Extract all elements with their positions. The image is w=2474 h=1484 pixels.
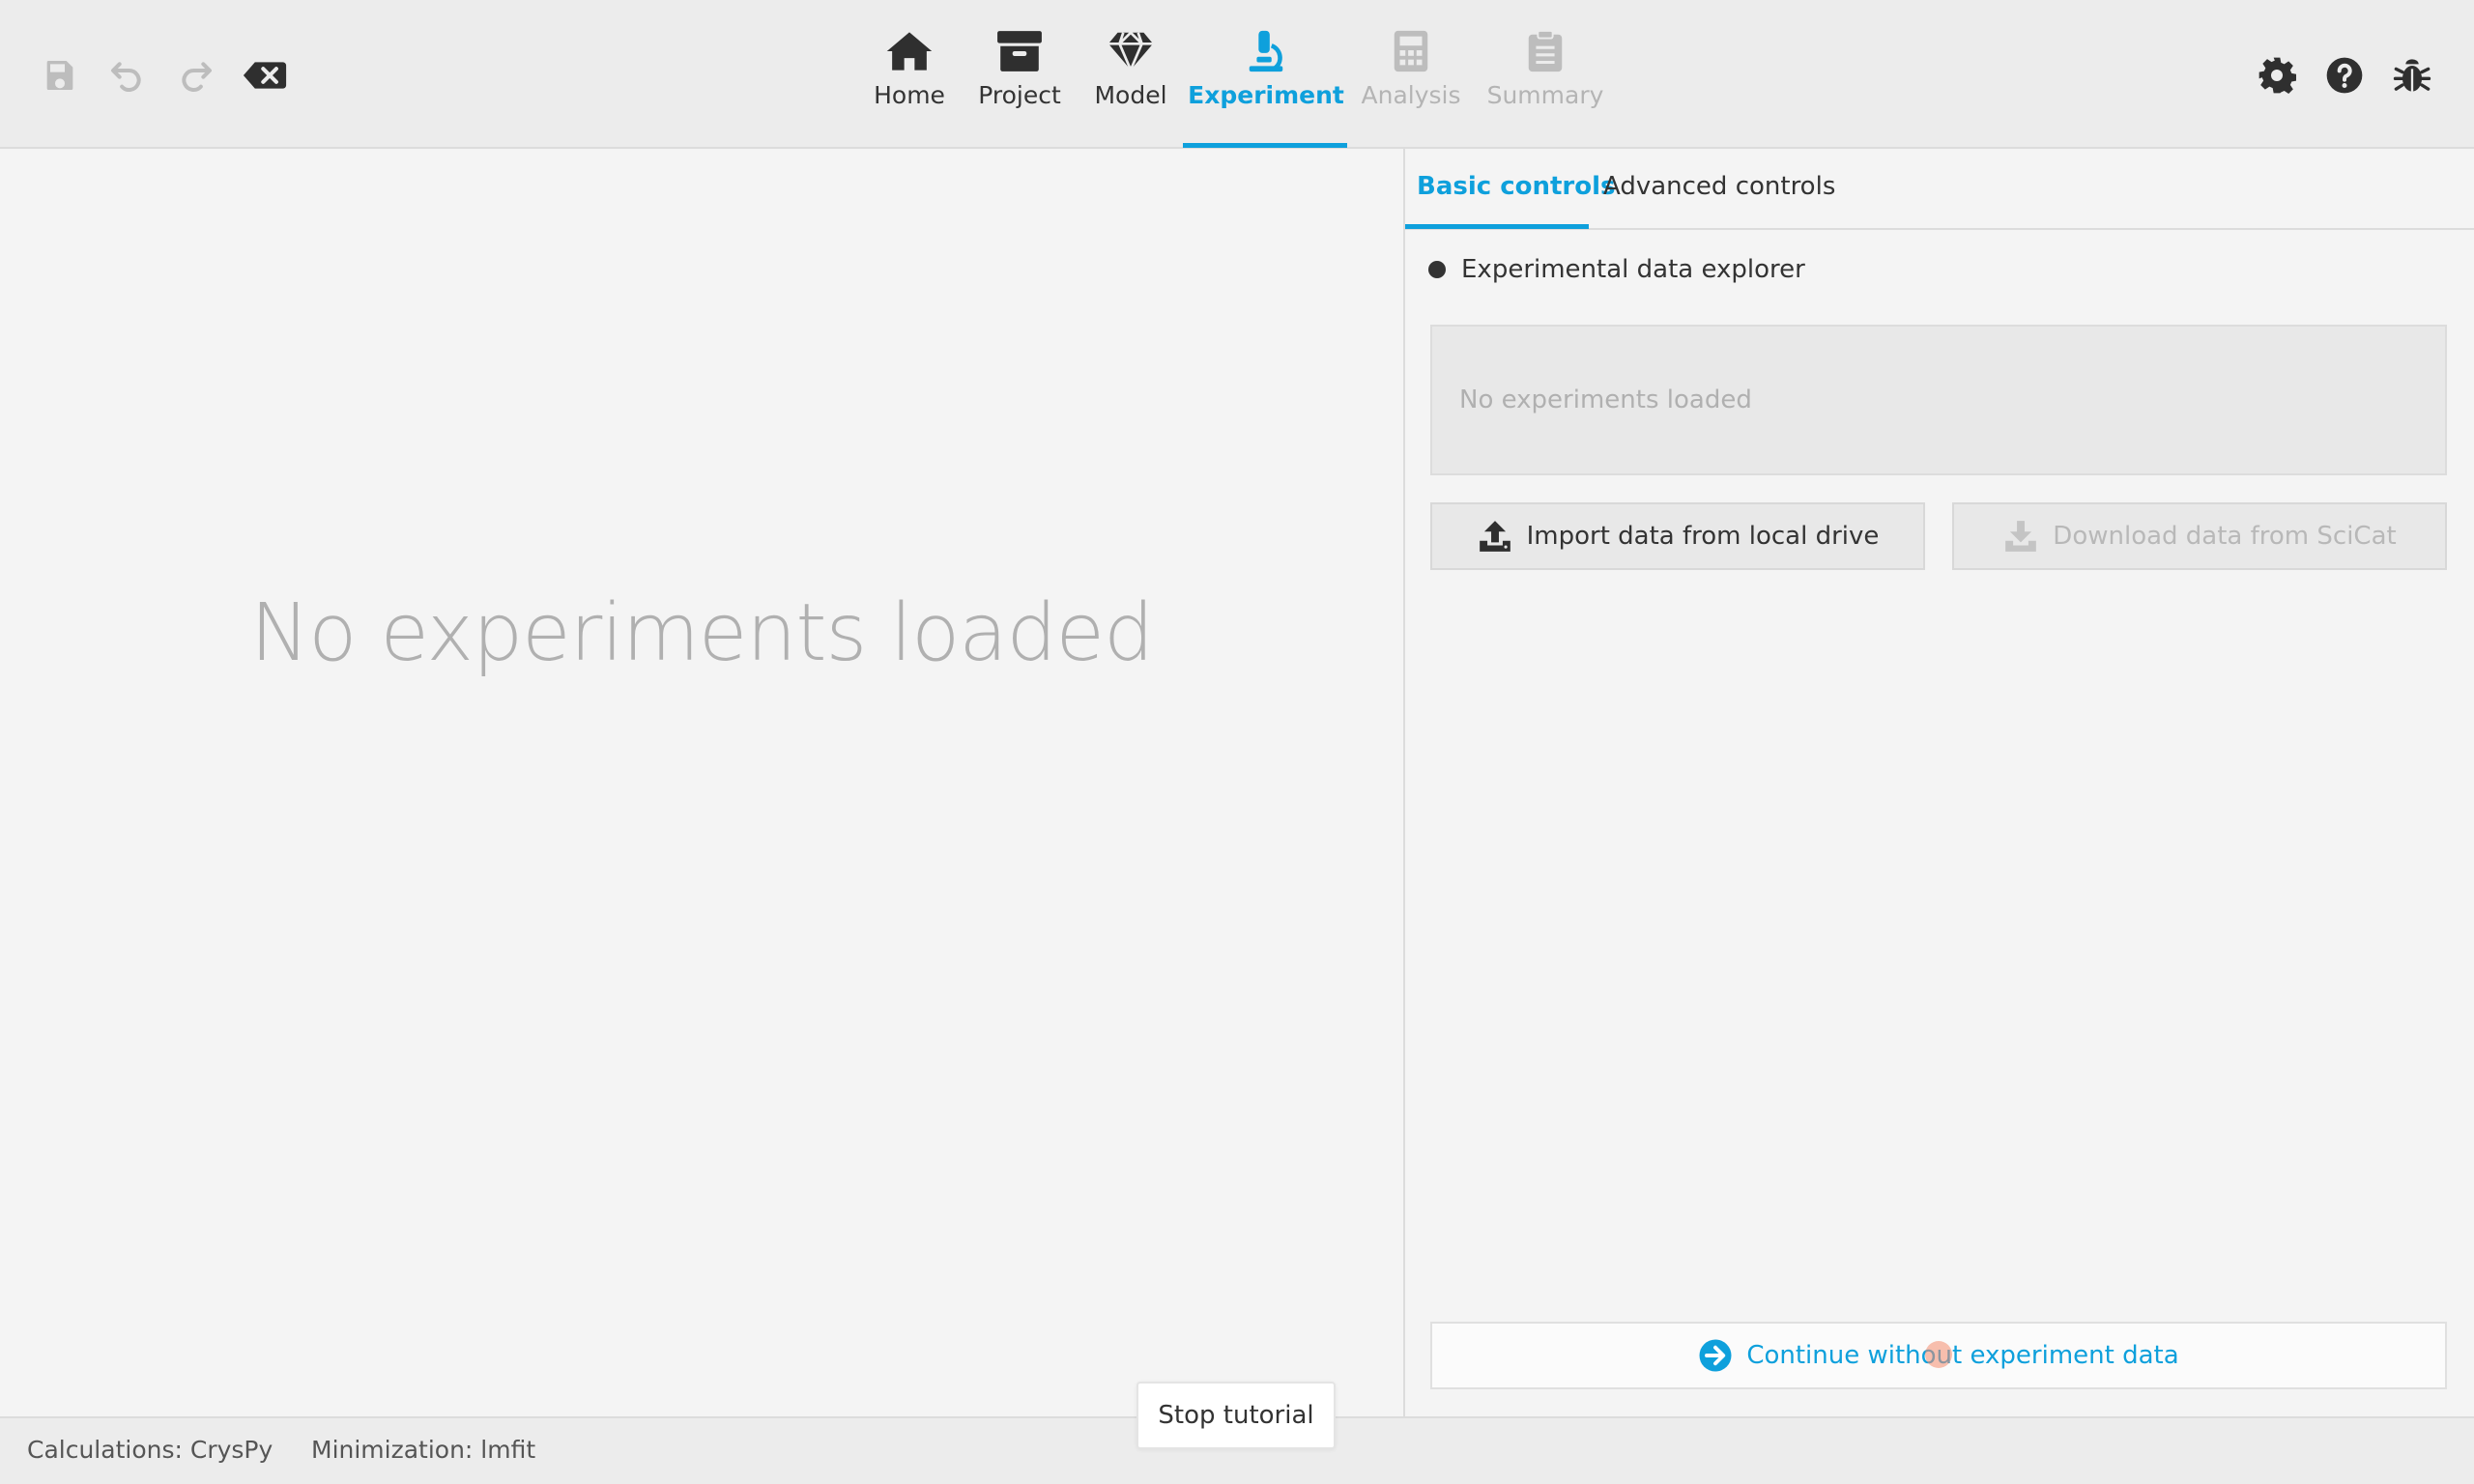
download-scicat-label: Download data from SciCat (2053, 522, 2397, 551)
undo-icon (111, 62, 141, 92)
arrow-circle-right-icon (1699, 1339, 1732, 1372)
sidebar-panel: Basic controls Advanced controls Experim… (1405, 149, 2474, 1416)
tab-analysis[interactable]: Analysis (1362, 29, 1461, 149)
tab-model-label: Model (1094, 81, 1167, 109)
save-button[interactable] (37, 52, 83, 99)
active-tab-indicator (1183, 143, 1347, 148)
save-icon (46, 61, 73, 90)
status-minimization: Minimization: lmfit (311, 1436, 536, 1464)
clipboard-icon (1519, 29, 1571, 73)
app-toolbar: Home Project Model Experiment Analysis S… (0, 0, 2474, 149)
home-icon (883, 29, 935, 73)
experimental-data-explorer-header[interactable]: Experimental data explorer (1428, 255, 1805, 284)
microscope-icon (1240, 29, 1292, 73)
experiments-list: No experiments loaded (1430, 325, 2447, 475)
import-data-button[interactable]: Import data from local drive (1430, 502, 1925, 570)
clear-button[interactable] (240, 52, 290, 99)
tab-project-label: Project (978, 81, 1061, 109)
clear-icon (243, 62, 287, 89)
continue-without-data-label: Continue without experiment data (1746, 1341, 2179, 1370)
upload-icon (1479, 521, 1510, 552)
group-bullet-icon (1428, 261, 1446, 278)
tab-experiment-label: Experiment (1188, 81, 1344, 109)
sidebar-tabbar: Basic controls Advanced controls (1405, 149, 2474, 230)
stop-tutorial-button[interactable]: Stop tutorial (1136, 1382, 1336, 1449)
tab-model[interactable]: Model (1092, 29, 1169, 149)
redo-icon (182, 62, 212, 92)
group-title: Experimental data explorer (1461, 255, 1805, 284)
tab-summary-label: Summary (1486, 81, 1604, 109)
stop-tutorial-label: Stop tutorial (1158, 1401, 1314, 1430)
tab-project[interactable]: Project (978, 29, 1061, 149)
tab-home-label: Home (874, 81, 945, 109)
tab-basic-controls[interactable]: Basic controls (1417, 172, 1616, 201)
bug-report-button[interactable] (2389, 52, 2435, 99)
download-icon (2005, 521, 2037, 552)
redo-button[interactable] (172, 52, 218, 99)
calculator-icon (1385, 29, 1437, 73)
archive-icon (993, 29, 1046, 73)
help-icon (2326, 57, 2363, 94)
download-scicat-button[interactable]: Download data from SciCat (1952, 502, 2447, 570)
experiment-plot-area (0, 149, 1403, 1416)
tab-summary[interactable]: Summary (1486, 29, 1604, 149)
tab-home[interactable]: Home (874, 29, 945, 149)
tab-experiment[interactable]: Experiment (1188, 29, 1344, 149)
undo-button[interactable] (104, 52, 151, 99)
bug-report-icon (2393, 59, 2431, 92)
sidebar-active-tab-indicator (1405, 224, 1589, 229)
tab-advanced-controls[interactable]: Advanced controls (1603, 172, 1835, 201)
tab-analysis-label: Analysis (1361, 81, 1461, 109)
import-data-label: Import data from local drive (1526, 522, 1880, 551)
no-experiments-message: No experiments loaded (249, 587, 1154, 679)
gem-icon (1105, 29, 1157, 73)
settings-icon (2258, 57, 2296, 94)
status-calculations: Calculations: CrysPy (27, 1436, 273, 1464)
settings-button[interactable] (2254, 52, 2300, 99)
help-button[interactable] (2321, 52, 2368, 99)
tutorial-cursor-indicator (1925, 1341, 1952, 1368)
experiments-list-placeholder: No experiments loaded (1459, 385, 1752, 414)
